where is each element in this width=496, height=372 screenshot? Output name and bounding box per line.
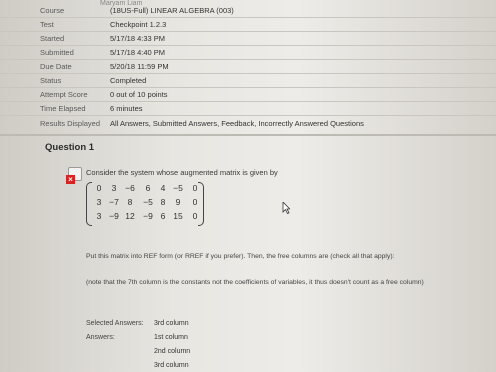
matrix-cell: 9: [175, 197, 181, 207]
info-row-started: Started 5/17/18 4:33 PM: [0, 32, 496, 46]
info-label: Course: [40, 6, 65, 15]
info-value: 5/20/18 11:59 PM: [110, 62, 169, 71]
info-row-course: Course (18US-Full) LINEAR ALGEBRA (003): [0, 4, 496, 18]
matrix-cell: −9: [109, 211, 119, 221]
info-value: 0 out of 10 points: [110, 90, 168, 99]
question-prompt: Consider the system whose augmented matr…: [86, 168, 278, 177]
matrix-cell: −6: [125, 183, 135, 193]
matrix-cell: 0: [192, 197, 198, 207]
info-row-test: Test Checkpoint 1.2.3: [0, 18, 496, 32]
info-label: Test: [40, 20, 54, 29]
question-note: (note that the 7th column is the constan…: [86, 279, 424, 286]
info-label: Results Displayed: [40, 119, 101, 128]
mouse-cursor-icon: [282, 202, 290, 214]
info-value: Checkpoint 1.2.3: [110, 20, 167, 29]
matrix-cell: −7: [109, 197, 119, 207]
info-row-submitted: Submitted 5/17/18 4:40 PM: [0, 46, 496, 60]
page-background: Maryam Liam Course (18US-Full) LINEAR AL…: [0, 0, 496, 372]
answer-item: 2nd column: [154, 348, 191, 355]
matrix-cell: 0: [192, 183, 198, 193]
matrix-cell: 6: [145, 183, 151, 193]
answers-label: Answers:: [86, 334, 115, 341]
matrix-cell: −5: [143, 197, 153, 207]
info-label: Attempt Score: [40, 90, 88, 99]
info-value: 5/17/18 4:40 PM: [110, 48, 166, 57]
question-instruction: Put this matrix into REF form (or RREF i…: [86, 253, 395, 260]
info-row-time-elapsed: Time Elapsed 6 minutes: [0, 102, 496, 116]
answer-item: 1st column: [154, 334, 188, 341]
matrix-cell: 3: [96, 211, 102, 221]
matrix-cell: 8: [160, 197, 166, 207]
matrix-cell: 3: [111, 183, 117, 193]
info-label: Time Elapsed: [40, 104, 86, 113]
test-info-table: Course (18US-Full) LINEAR ALGEBRA (003) …: [0, 4, 496, 131]
info-value: Completed: [110, 76, 147, 85]
matrix-cell: 8: [127, 197, 133, 207]
incorrect-x-icon: ×: [66, 175, 75, 184]
matrix-cell: 15: [173, 211, 183, 221]
matrix-cell: 0: [192, 211, 198, 221]
info-value: 5/17/18 4:33 PM: [110, 34, 166, 43]
info-row-results-displayed: Results Displayed All Answers, Submitted…: [0, 116, 496, 131]
question-title: Question 1: [45, 142, 95, 153]
info-label: Status: [40, 76, 62, 85]
info-value: (18US-Full) LINEAR ALGEBRA (003): [110, 6, 234, 15]
selected-answer-value: 3rd column: [154, 320, 189, 327]
matrix-cell: 6: [160, 211, 166, 221]
matrix-cell: −5: [173, 183, 183, 193]
matrix-cell: 0: [96, 183, 102, 193]
info-row-due-date: Due Date 5/20/18 11:59 PM: [0, 60, 496, 74]
info-value: 6 minutes: [110, 104, 143, 113]
augmented-matrix: 0 3 −6 6 4 −5 0 3 −7 8 −5 8 9 0 3 −9 12 …: [86, 182, 206, 226]
info-label: Due Date: [40, 62, 72, 71]
matrix-cell: 12: [125, 211, 135, 221]
incorrect-answer-icon: ×: [66, 167, 82, 185]
selected-answers-label: Selected Answers:: [86, 320, 144, 327]
matrix-cell: 3: [96, 197, 102, 207]
answer-item: 3rd column: [154, 362, 189, 369]
matrix-cell: −9: [143, 211, 153, 221]
info-label: Started: [40, 34, 65, 43]
section-divider: [0, 134, 496, 136]
info-row-attempt-score: Attempt Score 0 out of 10 points: [0, 88, 496, 102]
info-value: All Answers, Submitted Answers, Feedback…: [110, 119, 364, 128]
info-row-status: Status Completed: [0, 74, 496, 88]
matrix-cell: 4: [160, 183, 166, 193]
info-label: Submitted: [40, 48, 74, 57]
